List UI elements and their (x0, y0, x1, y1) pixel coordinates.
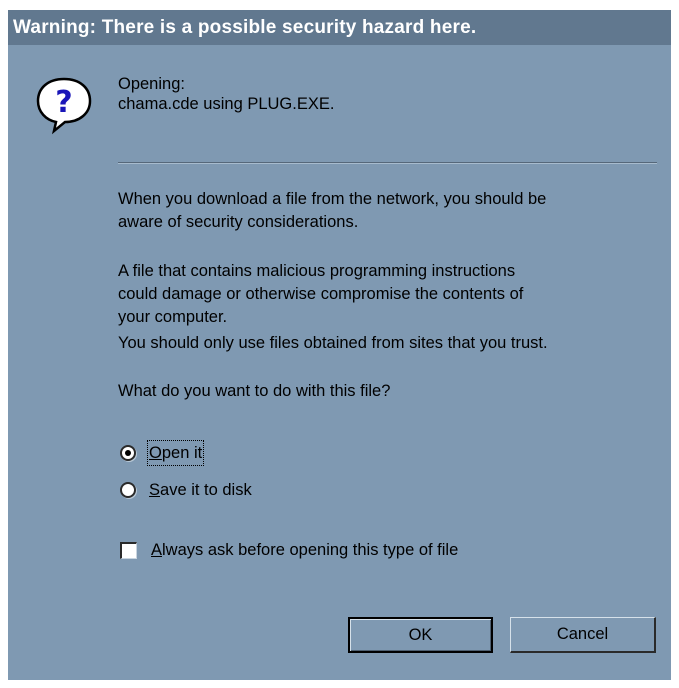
save-it-text: ave it to disk (160, 481, 252, 499)
radio-open-it-button[interactable] (120, 445, 136, 461)
security-warning-dialog: Warning: There is a possible security ha… (8, 10, 671, 680)
cancel-button[interactable]: Cancel (510, 617, 656, 653)
question-text: What do you want to do with this file? (118, 382, 391, 400)
mnemonic-s: S (149, 481, 161, 499)
always-ask-text: lways ask before opening this type of fi… (162, 541, 459, 559)
file-name-text: chama.cde using PLUG.EXE. (118, 95, 335, 113)
paragraph-1-line-1: When you download a file from the networ… (118, 190, 547, 208)
paragraph-2-line-1: A file that contains malicious programmi… (118, 262, 516, 280)
question-balloon-icon: ? (36, 77, 92, 135)
svg-text:?: ? (55, 85, 72, 120)
mnemonic-o: O (149, 444, 162, 462)
always-ask-label[interactable]: Always ask before opening this type of f… (151, 539, 458, 561)
mnemonic-a: A (151, 541, 163, 559)
trust-advice-text: You should only use files obtained from … (118, 334, 548, 352)
paragraph-2-line-3: your computer. (118, 308, 228, 326)
separator (118, 162, 657, 164)
open-it-text: pen it (161, 444, 203, 462)
paragraph-1-line-2: aware of security considerations. (118, 213, 359, 231)
radio-save-it-label[interactable]: Save it to disk (149, 479, 252, 501)
opening-label: Opening: (118, 75, 185, 93)
always-ask-checkbox[interactable] (120, 542, 137, 559)
radio-selected-dot (125, 450, 131, 456)
paragraph-2-line-2: could damage or otherwise compromise the… (118, 285, 524, 303)
radio-save-it-button[interactable] (120, 482, 136, 498)
ok-button[interactable]: OK (348, 617, 493, 653)
radio-open-it-label[interactable]: Open it (146, 440, 205, 466)
dialog-title[interactable]: Warning: There is a possible security ha… (8, 10, 671, 45)
